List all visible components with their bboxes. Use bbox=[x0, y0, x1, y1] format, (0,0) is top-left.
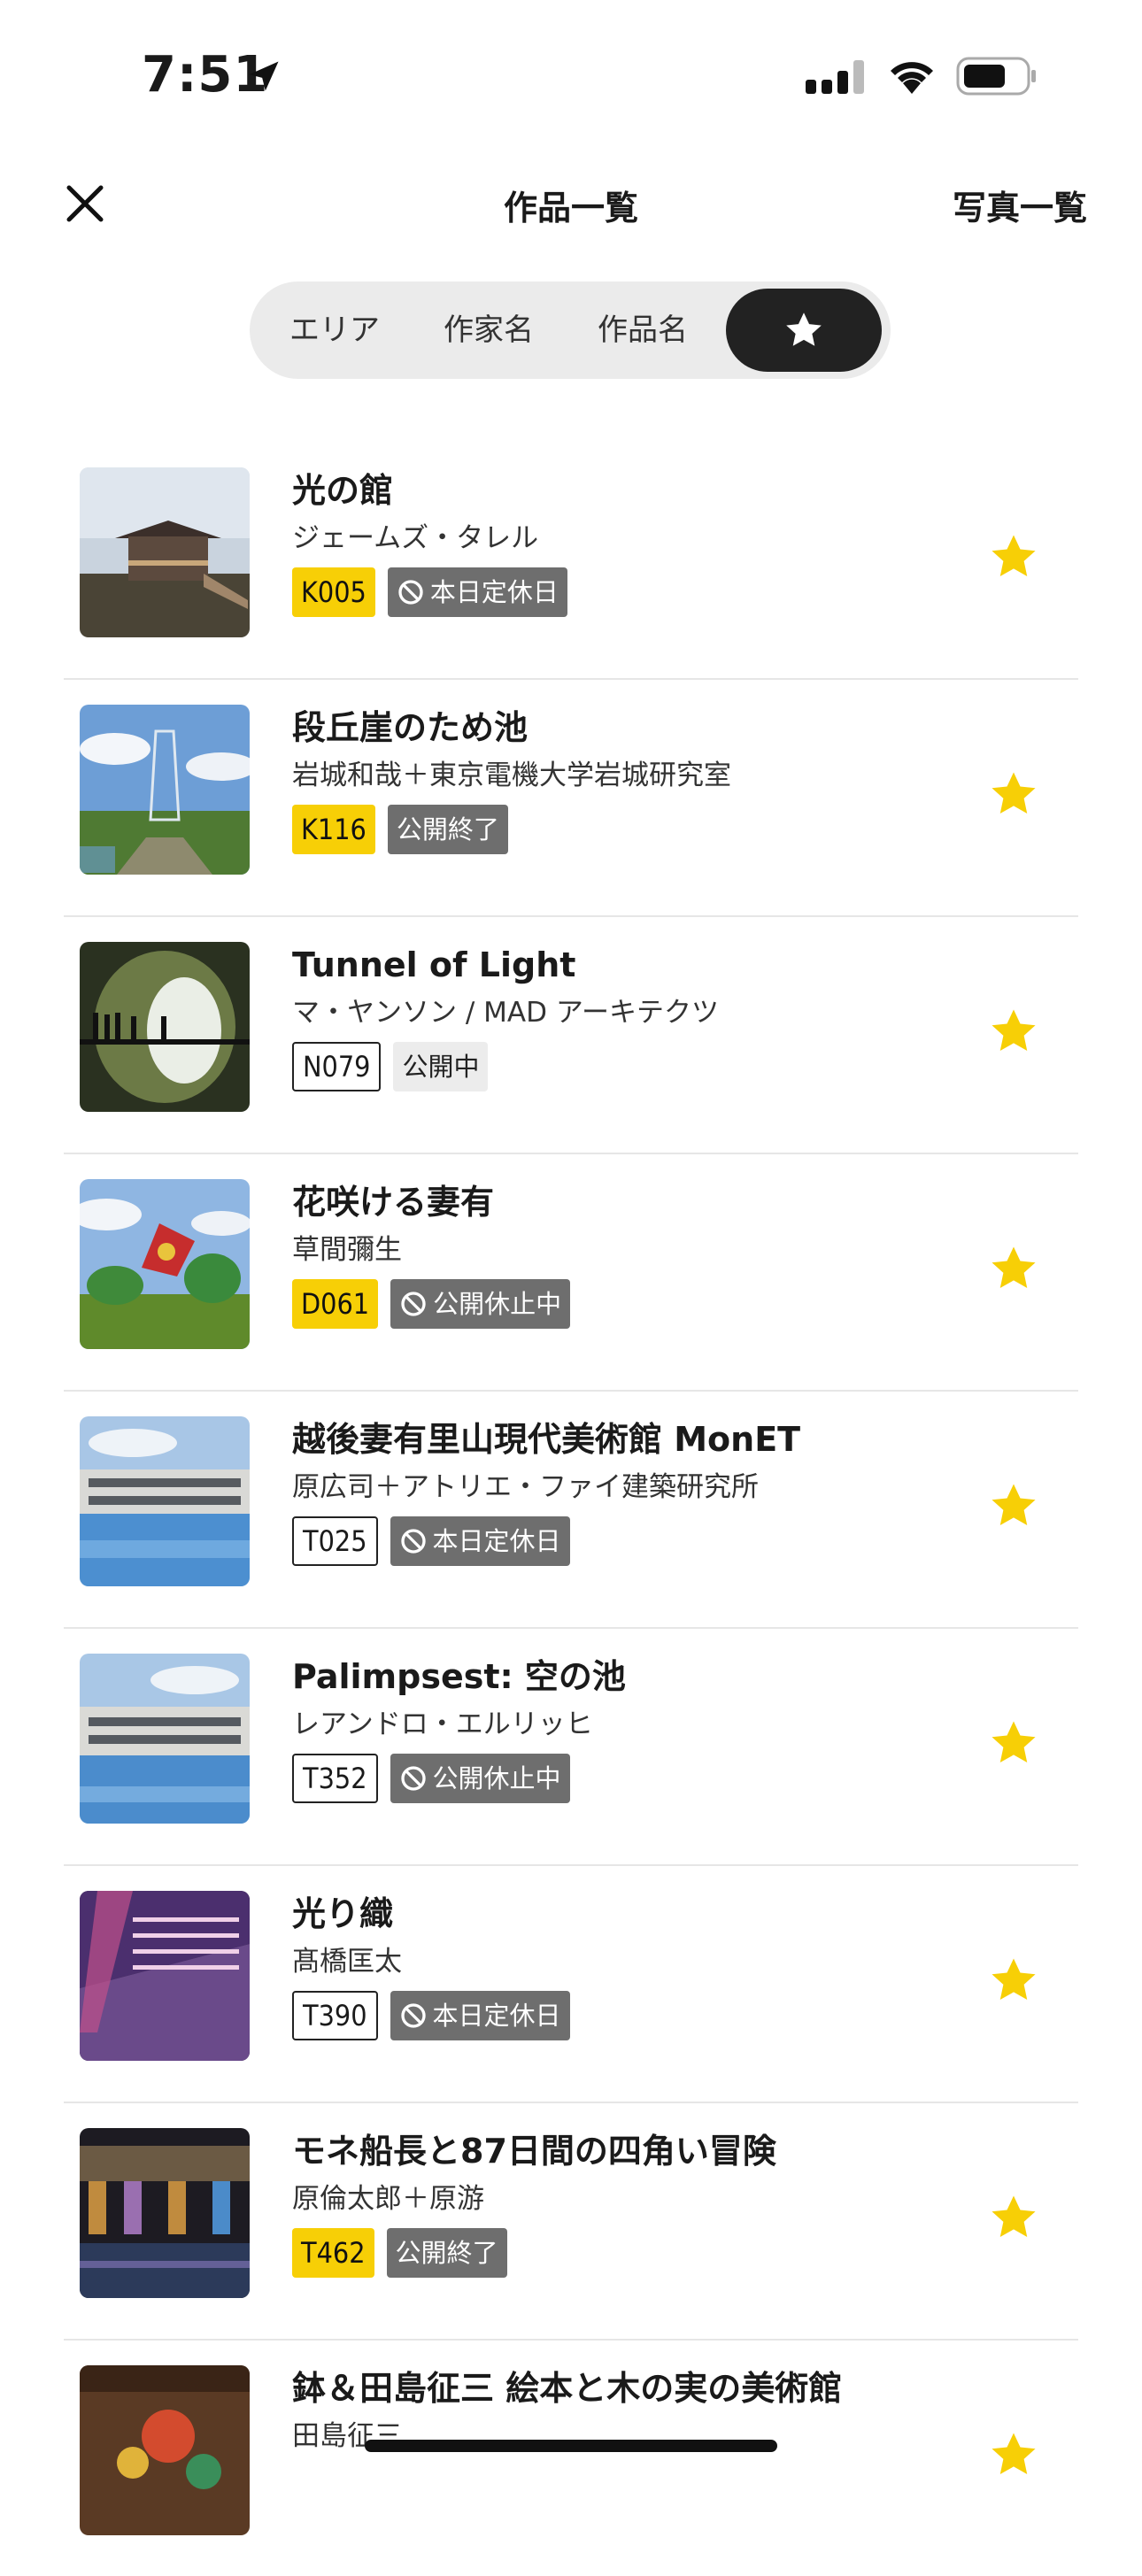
navigation-header: 作品一覧 写真一覧 bbox=[0, 159, 1142, 248]
work-code-badge: N079 bbox=[292, 1042, 382, 1091]
cellular-signal-icon bbox=[806, 60, 864, 94]
status-label: 公開終了 bbox=[395, 2238, 498, 2268]
work-title: 越後妻有里山現代美術館 MonET bbox=[292, 1420, 801, 1459]
tab-artist-name[interactable]: 作家名 bbox=[418, 289, 559, 372]
battery-icon bbox=[956, 57, 1036, 96]
work-code-badge: K005 bbox=[292, 567, 375, 617]
work-thumbnail bbox=[80, 1179, 250, 1349]
work-code-badge: D061 bbox=[292, 1279, 379, 1329]
work-thumbnail bbox=[80, 942, 250, 1112]
works-list: 光の館 ジェームズ・タレル K005 本日定休日 段丘崖のため池 岩城和哉＋東京… bbox=[64, 443, 1078, 2576]
work-thumbnail bbox=[80, 1891, 250, 2061]
work-thumbnail bbox=[80, 705, 250, 875]
photo-list-button[interactable]: 写真一覧 bbox=[953, 181, 1087, 229]
list-item[interactable]: 光り織 髙橋匡太 T390 本日定休日 bbox=[64, 1866, 1078, 2103]
work-title: Palimpsest: 空の池 bbox=[292, 1657, 626, 1696]
favorite-star-icon[interactable] bbox=[986, 1241, 1041, 1296]
work-code-badge: K116 bbox=[292, 805, 375, 854]
list-item[interactable]: 光の館 ジェームズ・タレル K005 本日定休日 bbox=[64, 443, 1078, 680]
work-artist: ジェームズ・タレル bbox=[292, 522, 539, 554]
closed-icon bbox=[400, 2003, 426, 2028]
work-thumbnail bbox=[80, 2365, 250, 2535]
work-artist: マ・ヤンソン / MAD アーキテクツ bbox=[292, 997, 719, 1029]
work-title: 鉢＆田島征三 絵本と木の実の美術館 bbox=[292, 2369, 843, 2408]
work-title: Tunnel of Light bbox=[292, 945, 576, 984]
status-label: 公開休止中 bbox=[432, 1763, 561, 1793]
closed-icon bbox=[401, 1292, 426, 1316]
status-badge: 公開休止中 bbox=[390, 1279, 571, 1329]
list-item[interactable]: 鉢＆田島征三 絵本と木の実の美術館 田島征三 bbox=[64, 2341, 1078, 2576]
wifi-icon bbox=[891, 62, 933, 94]
closed-icon bbox=[400, 1529, 426, 1554]
list-item[interactable]: 花咲ける妻有 草間彌生 D061 公開休止中 bbox=[64, 1154, 1078, 1392]
favorite-star-icon[interactable] bbox=[986, 1716, 1041, 1770]
work-thumbnail bbox=[80, 1654, 250, 1824]
status-badge: 公開休止中 bbox=[390, 1754, 570, 1803]
tab-work-name[interactable]: 作品名 bbox=[572, 289, 714, 372]
favorite-star-icon[interactable] bbox=[986, 2427, 1041, 2482]
favorite-star-icon[interactable] bbox=[986, 1478, 1041, 1533]
location-arrow-icon bbox=[249, 61, 279, 91]
work-thumbnail bbox=[80, 467, 250, 637]
home-indicator[interactable] bbox=[365, 2440, 777, 2452]
closed-icon bbox=[400, 1766, 426, 1791]
list-item[interactable]: Tunnel of Light マ・ヤンソン / MAD アーキテクツ N079… bbox=[64, 917, 1078, 1154]
work-thumbnail bbox=[80, 2128, 250, 2298]
favorite-star-icon[interactable] bbox=[986, 2190, 1041, 2245]
favorite-star-icon[interactable] bbox=[986, 1004, 1041, 1059]
work-code-badge: T025 bbox=[292, 1516, 378, 1566]
work-artist: レアンドロ・エルリッヒ bbox=[292, 1708, 593, 1740]
work-artist: 原広司＋アトリエ・ファイ建築研究所 bbox=[292, 1471, 759, 1503]
work-title: 光の館 bbox=[292, 471, 394, 510]
status-badge: 本日定休日 bbox=[390, 1991, 570, 2040]
status-label: 公開休止中 bbox=[433, 1289, 562, 1319]
status-label: 本日定休日 bbox=[429, 577, 559, 607]
favorite-star-icon[interactable] bbox=[986, 767, 1041, 821]
status-badge: 公開終了 bbox=[386, 2228, 507, 2278]
list-item[interactable]: モネ船長と87日間の四角い冒険 原倫太郎＋原游 T462 公開終了 bbox=[64, 2103, 1078, 2341]
work-title: 光り織 bbox=[292, 1894, 394, 1933]
status-badge: 本日定休日 bbox=[390, 1516, 570, 1566]
status-badge: 公開終了 bbox=[387, 805, 508, 854]
status-label: 公開終了 bbox=[396, 814, 499, 845]
work-title: モネ船長と87日間の四角い冒険 bbox=[292, 2132, 776, 2171]
status-bar: 7:51 bbox=[0, 0, 1142, 150]
status-badge: 公開中 bbox=[393, 1042, 489, 1091]
work-artist: 岩城和哉＋東京電機大学岩城研究室 bbox=[292, 760, 731, 791]
status-badge: 本日定休日 bbox=[387, 567, 567, 617]
favorite-star-icon[interactable] bbox=[986, 1953, 1041, 2008]
work-code-badge: T352 bbox=[292, 1754, 378, 1803]
list-item[interactable]: 越後妻有里山現代美術館 MonET 原広司＋アトリエ・ファイ建築研究所 T025… bbox=[64, 1392, 1078, 1629]
favorite-star-icon[interactable] bbox=[986, 529, 1041, 584]
work-thumbnail bbox=[80, 1416, 250, 1586]
tab-favorites[interactable] bbox=[726, 289, 882, 372]
work-code-badge: T390 bbox=[292, 1991, 378, 2040]
work-title: 花咲ける妻有 bbox=[292, 1183, 495, 1222]
work-code-badge: T462 bbox=[292, 2228, 374, 2278]
tab-area[interactable]: エリア bbox=[264, 289, 405, 372]
work-artist: 原倫太郎＋原游 bbox=[292, 2183, 484, 2215]
status-label: 公開中 bbox=[402, 1052, 480, 1082]
star-icon bbox=[786, 312, 822, 346]
filter-tabs: エリア 作家名 作品名 bbox=[250, 282, 891, 379]
status-label: 本日定休日 bbox=[432, 2001, 561, 2031]
work-artist: 草間彌生 bbox=[292, 1234, 402, 1266]
list-item[interactable]: 段丘崖のため池 岩城和哉＋東京電機大学岩城研究室 K116 公開終了 bbox=[64, 680, 1078, 917]
work-artist: 髙橋匡太 bbox=[292, 1946, 402, 1978]
closed-icon bbox=[398, 580, 423, 605]
status-label: 本日定休日 bbox=[432, 1526, 561, 1556]
work-title: 段丘崖のため池 bbox=[292, 708, 529, 747]
list-item[interactable]: Palimpsest: 空の池 レアンドロ・エルリッヒ T352 公開休止中 bbox=[64, 1629, 1078, 1866]
work-artist: 田島征三 bbox=[292, 2420, 402, 2452]
